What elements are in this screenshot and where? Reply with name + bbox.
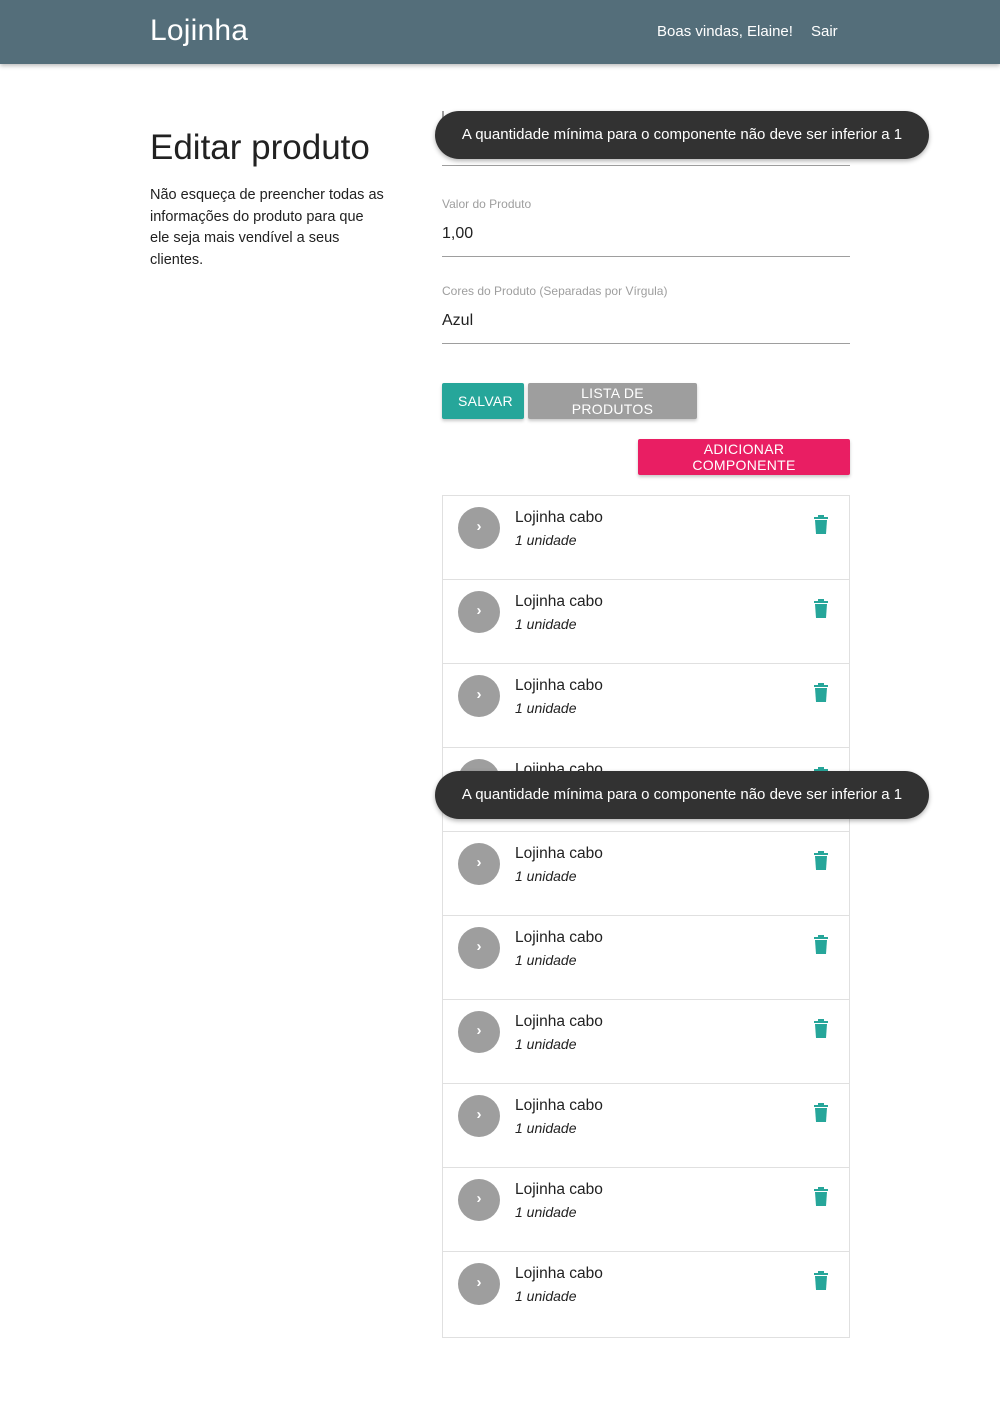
component-name: Lojinha cabo: [515, 845, 603, 862]
component-name: Lojinha cabo: [515, 929, 603, 946]
trash-icon[interactable]: [813, 851, 829, 870]
chevron-right-icon[interactable]: ›: [458, 843, 500, 885]
trash-icon[interactable]: [813, 683, 829, 702]
component-quantity: 1 unidade: [515, 700, 577, 716]
component-name: Lojinha cabo: [515, 677, 603, 694]
component-quantity: 1 unidade: [515, 616, 577, 632]
component-list-item: › Lojinha cabo 1 unidade: [443, 664, 849, 748]
trash-icon[interactable]: [813, 515, 829, 534]
trash-icon[interactable]: [813, 935, 829, 954]
component-quantity: 1 unidade: [515, 1036, 577, 1052]
first-field-input[interactable]: [442, 165, 850, 166]
component-name: Lojinha cabo: [515, 593, 603, 610]
product-list-button[interactable]: LISTA DE PRODUTOS: [528, 383, 697, 419]
add-component-button[interactable]: ADICIONAR COMPONENTE: [638, 439, 850, 475]
component-quantity: 1 unidade: [515, 532, 577, 548]
component-name: Lojinha cabo: [515, 509, 603, 526]
toast-message: A quantidade mínima para o componente nã…: [435, 771, 929, 819]
logout-link[interactable]: Sair: [811, 23, 838, 40]
trash-icon[interactable]: [813, 1019, 829, 1038]
component-name: Lojinha cabo: [515, 1013, 603, 1030]
component-quantity: 1 unidade: [515, 1120, 577, 1136]
component-name: Lojinha cabo: [515, 1265, 603, 1282]
chevron-right-icon[interactable]: ›: [458, 507, 500, 549]
component-list-item: › Lojinha cabo 1 unidade: [443, 1084, 849, 1168]
trash-icon[interactable]: [813, 599, 829, 618]
component-list-item: › Lojinha cabo 1 unidade: [443, 832, 849, 916]
component-quantity: 1 unidade: [515, 952, 577, 968]
component-list-item: › Lojinha cabo 1 unidade: [443, 1000, 849, 1084]
component-quantity: 1 unidade: [515, 1288, 577, 1304]
chevron-right-icon[interactable]: ›: [458, 1179, 500, 1221]
chevron-right-icon[interactable]: ›: [458, 1263, 500, 1305]
colors-label: Cores do Produto (Separadas por Vírgula): [442, 284, 668, 298]
save-button[interactable]: SALVAR: [442, 383, 524, 419]
chevron-right-icon[interactable]: ›: [458, 1011, 500, 1053]
navbar: Lojinha Boas vindas, Elaine! Sair: [0, 0, 1000, 64]
page-description: Não esqueça de preencher todas as inform…: [150, 187, 384, 269]
price-label: Valor do Produto: [442, 197, 532, 211]
chevron-right-icon[interactable]: ›: [458, 1095, 500, 1137]
chevron-right-icon[interactable]: ›: [458, 927, 500, 969]
welcome-message: Boas vindas, Elaine!: [657, 23, 793, 40]
page-title: Editar produto: [150, 128, 370, 167]
component-quantity: 1 unidade: [515, 1204, 577, 1220]
component-list-item: › Lojinha cabo 1 unidade: [443, 916, 849, 1000]
chevron-right-icon[interactable]: ›: [458, 591, 500, 633]
price-input[interactable]: [442, 211, 850, 257]
component-list-item: › Lojinha cabo 1 unidade: [443, 496, 849, 580]
trash-icon[interactable]: [813, 1103, 829, 1122]
chevron-right-icon[interactable]: ›: [458, 675, 500, 717]
component-list: › Lojinha cabo 1 unidade › Lojinha cabo 1 uni…: [442, 495, 850, 1338]
component-list-item: › Lojinha cabo 1 unidade: [443, 580, 849, 664]
toast-message: A quantidade mínima para o componente nã…: [435, 111, 929, 159]
component-name: Lojinha cabo: [515, 1097, 603, 1114]
component-quantity: 1 unidade: [515, 868, 577, 884]
brand-logo[interactable]: Lojinha: [150, 14, 248, 48]
colors-field: Cores do Produto (Separadas por Vírgula): [442, 284, 850, 344]
price-field: Valor do Produto: [442, 197, 850, 257]
component-list-item: › Lojinha cabo 1 unidade: [443, 1252, 849, 1337]
colors-input[interactable]: [442, 298, 850, 344]
trash-icon[interactable]: [813, 1271, 829, 1290]
component-name: Lojinha cabo: [515, 1181, 603, 1198]
component-list-item: › Lojinha cabo 1 unidade: [443, 1168, 849, 1252]
trash-icon[interactable]: [813, 1187, 829, 1206]
